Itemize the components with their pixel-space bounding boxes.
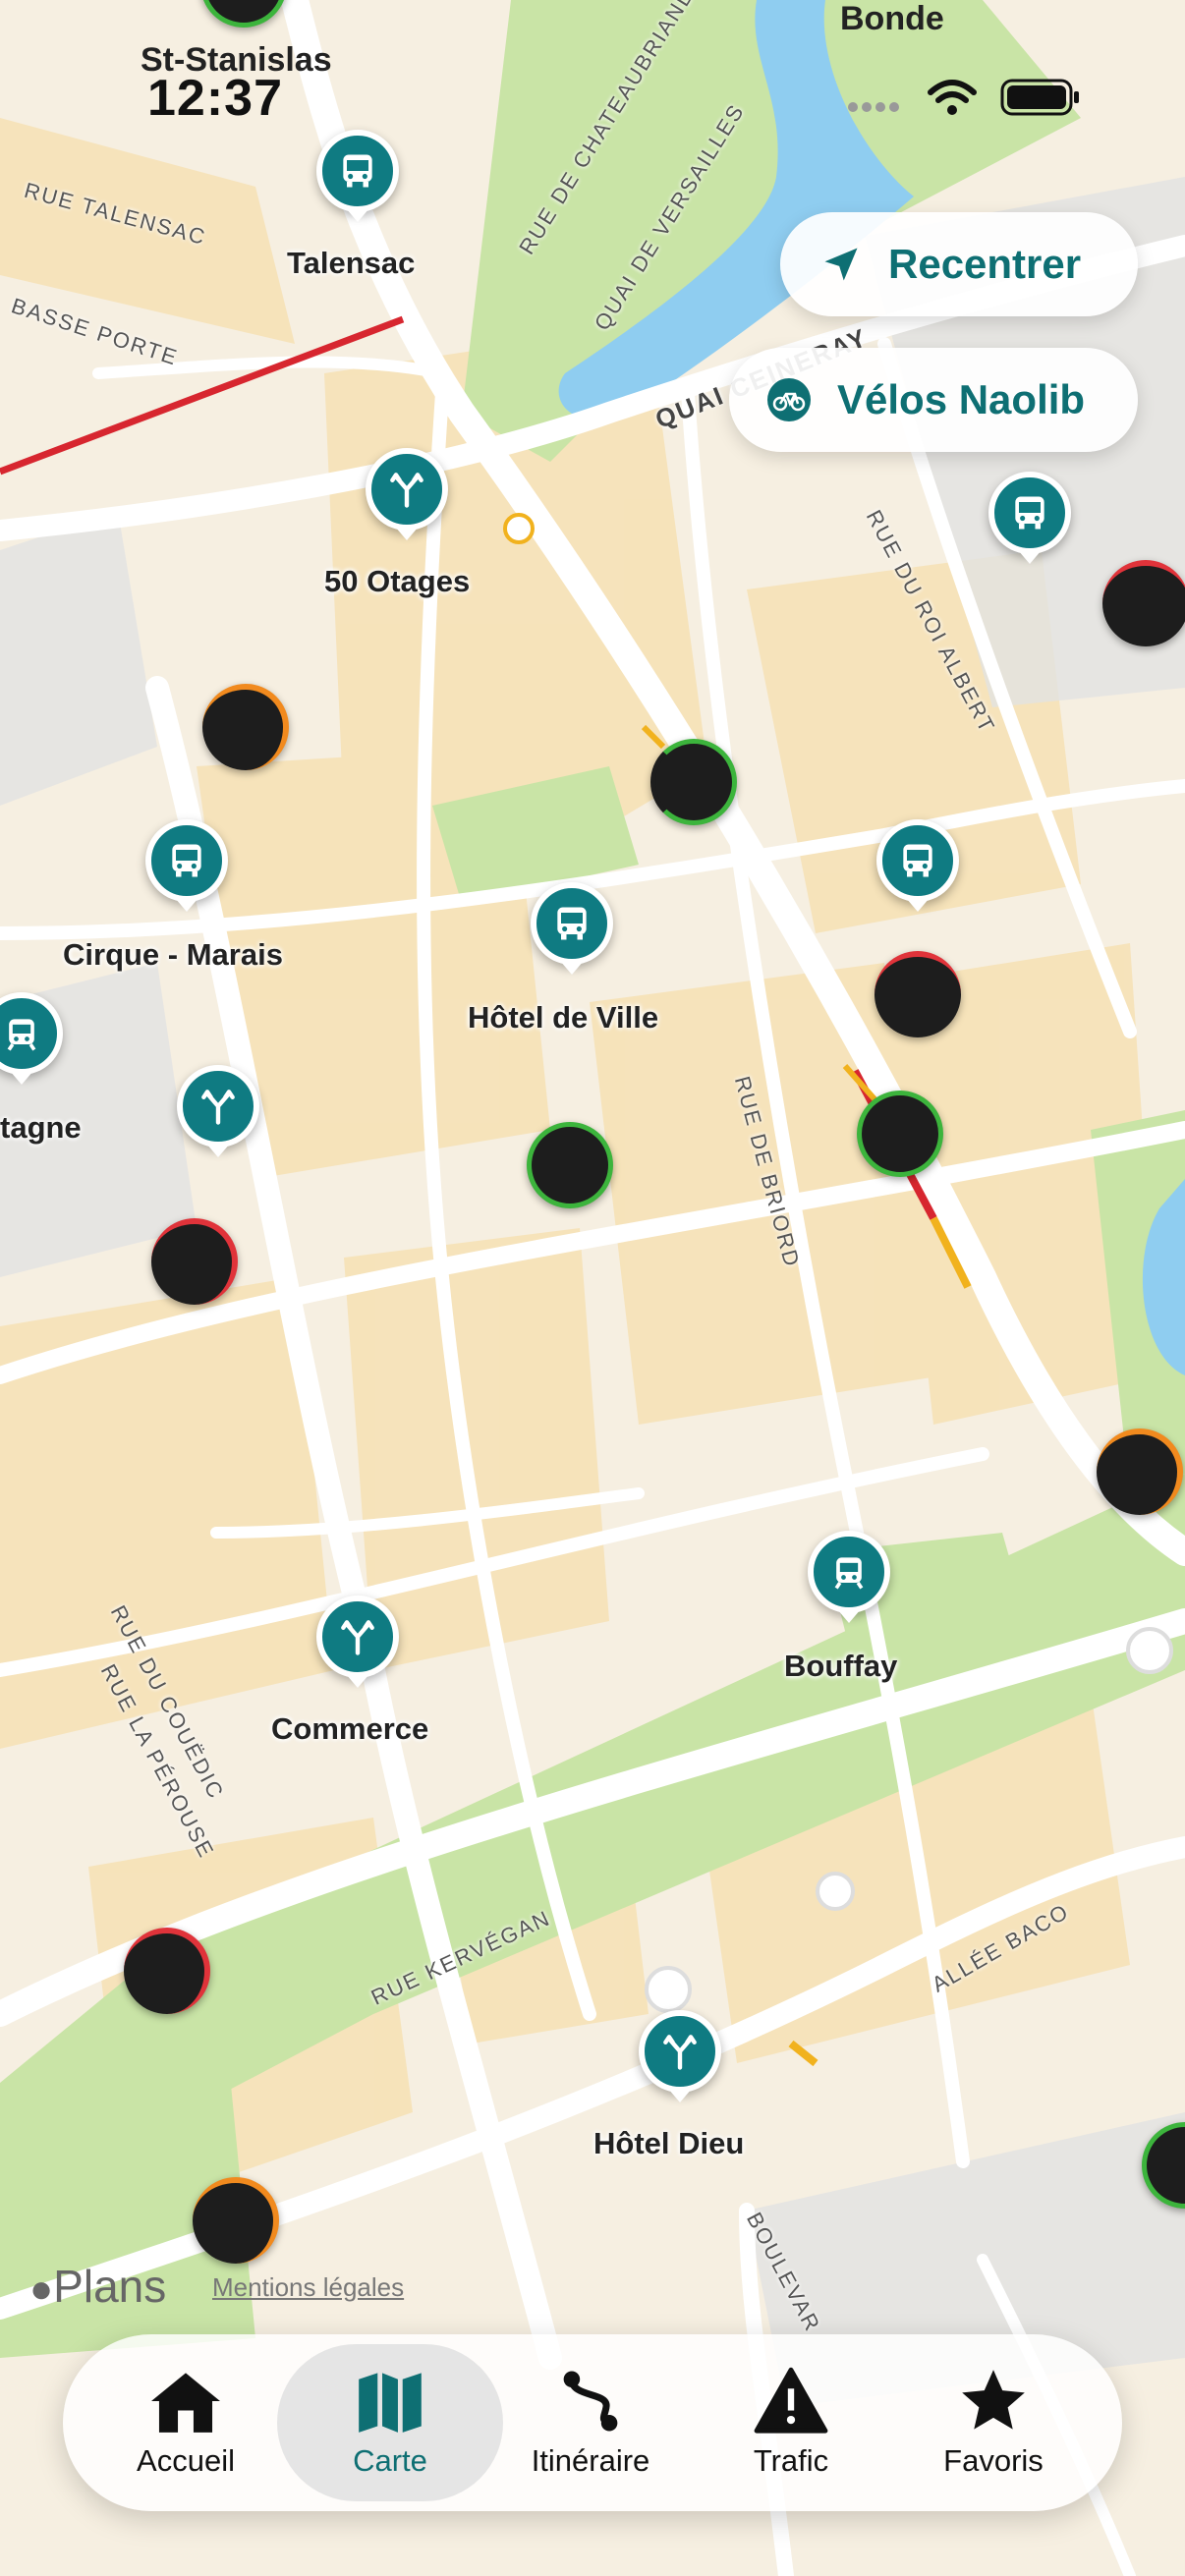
fork-icon <box>201 1090 235 1125</box>
bus-icon <box>903 844 932 877</box>
junction-west-marker[interactable] <box>177 1065 259 1148</box>
bike-station-marker[interactable] <box>875 951 961 1037</box>
fork-icon <box>663 2035 697 2070</box>
junction-otages-marker[interactable] <box>366 448 448 531</box>
tab-label: Trafic <box>753 2443 829 2478</box>
map-label-50-otages: 50 Otages <box>324 564 471 598</box>
bike-station-marker[interactable] <box>650 739 737 825</box>
map-label-hotel-de-ville: Hôtel de Ville <box>468 1000 659 1035</box>
tab-label: Accueil <box>137 2443 235 2478</box>
bike-station-marker[interactable] <box>527 1122 613 1208</box>
bike-station-marker[interactable] <box>1097 1428 1183 1515</box>
tab-favoris[interactable]: Favoris <box>890 2344 1097 2501</box>
bus-stop-talensac-marker[interactable] <box>316 130 399 212</box>
status-time: 12:37 <box>147 70 283 127</box>
bike-station-marker[interactable] <box>193 2177 279 2264</box>
bike-station-marker[interactable] <box>151 1218 238 1305</box>
junction-commerce-marker[interactable] <box>316 1596 399 1678</box>
recenter-label: Recentrer <box>888 241 1082 287</box>
bikes-label: Vélos Naolib <box>837 376 1086 422</box>
location-arrow-icon <box>819 243 863 286</box>
status-bar: St-Stanislas Bonde 12:37 <box>0 0 1185 128</box>
apple-logo-icon: ● <box>29 2268 54 2311</box>
tab-label: Favoris <box>943 2443 1044 2478</box>
bus-stop-hotel-de-ville-marker[interactable] <box>531 882 613 965</box>
map-label-talensac: Talensac <box>287 246 416 280</box>
bike-station-marker[interactable] <box>1102 560 1185 646</box>
map-label-cirque-marais: Cirque - Marais <box>63 937 283 972</box>
bus-icon <box>557 907 587 940</box>
bike-station-marker[interactable] <box>857 1091 943 1177</box>
bus-stop-ne-marker[interactable] <box>988 472 1071 554</box>
cellular-icon <box>848 102 899 112</box>
tab-label: Carte <box>353 2443 427 2478</box>
map-label-commerce: Commerce <box>271 1711 429 1746</box>
bus-icon <box>1015 496 1044 530</box>
bike-station-marker[interactable] <box>202 684 289 770</box>
map-icon <box>359 2373 422 2433</box>
tab-itineraire[interactable]: Itinéraire <box>487 2344 694 2501</box>
tab-carte[interactable]: Carte <box>277 2344 503 2501</box>
tab-trafic[interactable]: Trafic <box>688 2344 894 2501</box>
map-label-bonde: Bonde <box>840 0 944 37</box>
bus-icon <box>343 154 372 188</box>
bicycle-icon <box>766 377 812 422</box>
apple-plans-logo: ●Plans <box>29 2260 166 2313</box>
tram-icon <box>834 1557 864 1590</box>
map-label-hotel-dieu: Hôtel Dieu <box>593 2126 745 2160</box>
warning-icon <box>754 2367 828 2434</box>
battery-icon <box>1000 79 1079 116</box>
route-icon <box>563 2371 618 2432</box>
fork-icon <box>390 473 423 508</box>
tram-icon <box>7 1019 36 1051</box>
tab-label: Itinéraire <box>531 2443 650 2478</box>
tab-accueil[interactable]: Accueil <box>83 2344 289 2501</box>
junction-hotel-dieu-marker[interactable] <box>639 2010 721 2093</box>
bus-icon <box>172 844 201 877</box>
map-label-bretagne: tagne <box>0 1110 82 1145</box>
tab-bar: Accueil Carte Itinéraire Trafic Favoris <box>63 2334 1122 2511</box>
house-icon <box>151 2373 220 2433</box>
bikes-button[interactable]: Vélos Naolib <box>729 348 1138 452</box>
legal-link[interactable]: Mentions légales <box>212 2272 404 2303</box>
fork-icon <box>341 1620 374 1655</box>
recenter-button[interactable]: Recentrer <box>780 212 1138 316</box>
wifi-icon <box>928 80 977 115</box>
map-label-bouffay: Bouffay <box>784 1649 898 1683</box>
plans-brand-label: Plans <box>53 2261 167 2312</box>
bus-stop-east-marker[interactable] <box>876 819 959 902</box>
bike-station-marker[interactable] <box>124 1928 210 2014</box>
bus-stop-cirque-marais-marker[interactable] <box>145 819 228 902</box>
star-icon <box>962 2370 1025 2430</box>
tram-stop-bouffay-marker[interactable] <box>808 1531 890 1613</box>
